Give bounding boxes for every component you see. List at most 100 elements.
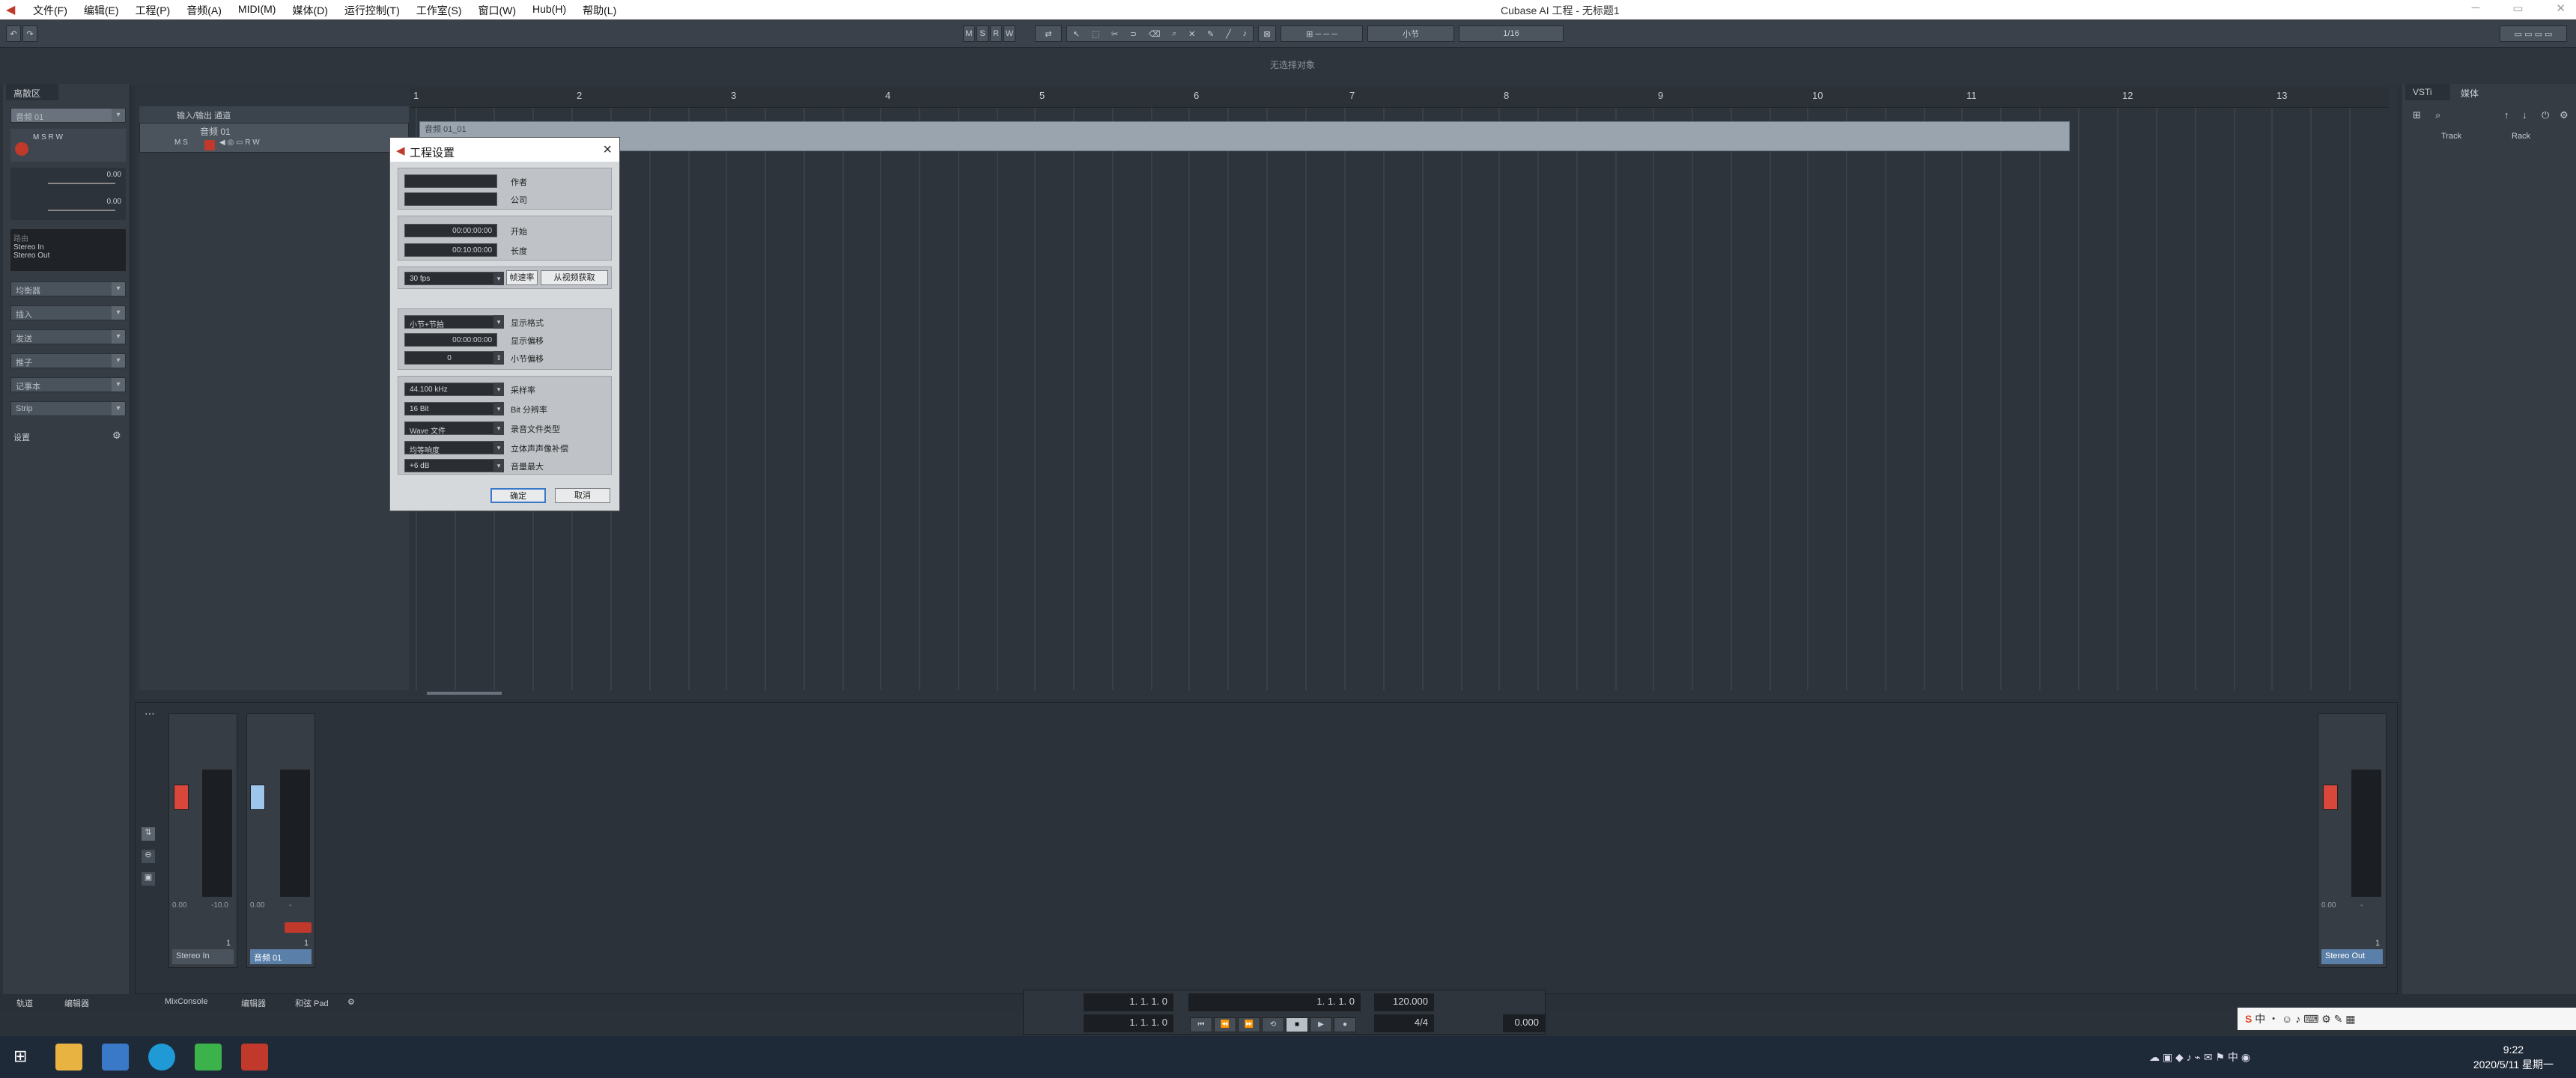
volume-fader[interactable]	[250, 785, 265, 810]
cubase-taskbar-icon[interactable]	[241, 1044, 268, 1071]
tab-chord-pad[interactable]: 和弦 Pad	[295, 997, 329, 1009]
menu-studio[interactable]: 工作室(S)	[416, 3, 462, 18]
search-icon[interactable]: ⌕	[2435, 109, 2440, 121]
maximize-icon[interactable]: ▭	[2512, 1, 2523, 15]
inspector-track-name[interactable]: 音频 01 ▾	[10, 108, 126, 123]
strip-name[interactable]: Stereo In	[172, 949, 234, 964]
get-from-video-button[interactable]: 从视频获取	[541, 270, 608, 285]
arrow-up-icon[interactable]: ↑	[2504, 109, 2509, 121]
length-field[interactable]: 00:10:00:00	[404, 243, 497, 257]
cancel-button[interactable]: 取消	[555, 488, 610, 503]
add-instrument-icon[interactable]: ⊞	[2413, 109, 2421, 121]
mute-mode-button[interactable]: M	[963, 25, 975, 42]
start-field[interactable]: 00:00:00:00	[404, 224, 497, 237]
audio-event[interactable]: 音频 01_01	[419, 121, 2070, 151]
right-locator[interactable]: 1. 1. 1. 0	[1084, 1014, 1173, 1032]
menu-window[interactable]: 窗口(W)	[478, 3, 516, 18]
gear-icon[interactable]: ⚙	[347, 997, 355, 1007]
go-to-start-icon[interactable]: ⏮	[1190, 1017, 1212, 1032]
snap-icon[interactable]: ⊠	[1258, 25, 1276, 42]
tab-media[interactable]: 媒体	[2453, 84, 2498, 100]
menu-file[interactable]: 文件(F)	[33, 3, 67, 18]
undo-icon[interactable]: ↶	[6, 25, 21, 42]
section-fader[interactable]: 推子 ▾	[10, 353, 126, 368]
track-row[interactable]: 音频 01 M S ◀ ◎ ▭ R W	[139, 123, 409, 153]
menu-edit[interactable]: 编辑(E)	[84, 3, 119, 18]
tab-mixconsole[interactable]: MixConsole	[165, 997, 207, 1006]
mute-tool-icon[interactable]: ✕	[1188, 29, 1195, 39]
play-tool-icon[interactable]: ♪	[1242, 29, 1247, 38]
quantize-select[interactable]: 1/16	[1459, 25, 1564, 42]
track-buttons[interactable]: ◀ ◎ ▭ R W	[219, 138, 260, 147]
horizontal-scrollbar[interactable]	[419, 690, 2381, 696]
ime-tools-icon[interactable]: ・ ☺ ♪ ⌨ ⚙ ✎ ▦	[2268, 1013, 2355, 1025]
signature-display[interactable]: 4/4	[1374, 1014, 1434, 1032]
strip-name[interactable]: 音频 01	[250, 949, 312, 964]
bit-depth-select[interactable]: 16 Bit ▾	[404, 402, 504, 415]
read-mode-button[interactable]: R	[990, 25, 1002, 42]
range-tool-icon[interactable]: ⬚	[1092, 29, 1099, 39]
more-icon[interactable]: ⋯	[145, 707, 155, 720]
section-strip[interactable]: Strip ▾	[10, 401, 126, 416]
chevron-down-icon[interactable]: ▾	[112, 109, 125, 122]
volume-max-select[interactable]: +6 dB ▾	[404, 459, 504, 472]
tab-editor-left[interactable]: 编辑器	[64, 997, 89, 1009]
track-name[interactable]: 音频 01	[200, 125, 231, 138]
scroll-thumb[interactable]	[427, 692, 502, 695]
clock[interactable]: 9:22 2020/5/11 星期一	[2473, 1042, 2554, 1072]
menu-project[interactable]: 工程(P)	[136, 3, 171, 18]
monitor-icon[interactable]: M S R W	[33, 133, 63, 141]
write-mode-button[interactable]: W	[1003, 25, 1015, 42]
stepper-icon[interactable]: ⇕	[493, 351, 504, 365]
redo-icon[interactable]: ↷	[22, 25, 37, 42]
wechat-icon[interactable]	[195, 1044, 222, 1071]
close-icon[interactable]: ✕	[2556, 1, 2566, 15]
record-enable-icon[interactable]	[285, 922, 312, 933]
minimize-icon[interactable]: ─	[2472, 1, 2480, 15]
pan-law-select[interactable]: 均等响度 ▾	[404, 441, 504, 455]
loop-icon[interactable]: ⟲	[1262, 1017, 1284, 1032]
routing-view-icon[interactable]: ⊖	[142, 850, 155, 863]
company-field[interactable]	[404, 192, 497, 206]
draw-tool-icon[interactable]: ✎	[1207, 29, 1214, 39]
display-format-select[interactable]: 小节+节拍 ▾	[404, 315, 504, 329]
framerate-button[interactable]: 帧速率	[506, 270, 538, 285]
record-enable-icon[interactable]	[15, 142, 28, 156]
section-eq[interactable]: 均衡器 ▾	[10, 281, 126, 296]
menu-transport[interactable]: 运行控制(T)	[344, 3, 400, 18]
menu-help[interactable]: 帮助(L)	[583, 3, 616, 18]
file-explorer-icon[interactable]	[55, 1044, 82, 1071]
autoscroll-icon[interactable]: ⇄	[1035, 25, 1062, 42]
record-icon[interactable]: ●	[1334, 1017, 1356, 1032]
play-icon[interactable]: ▶	[1310, 1017, 1332, 1032]
record-enable-icon[interactable]	[204, 140, 215, 150]
fader-view-icon[interactable]: ⇅	[142, 827, 155, 841]
zoom-tool-icon[interactable]: ⌕	[1172, 29, 1176, 39]
glue-tool-icon[interactable]: ⊃	[1130, 29, 1137, 39]
section-sends[interactable]: 发送 ▾	[10, 329, 126, 344]
split-tool-icon[interactable]: ✂	[1111, 29, 1118, 39]
solo-mode-button[interactable]: S	[976, 25, 988, 42]
bar-offset-field[interactable]: 0 ⇕	[404, 351, 504, 365]
edge-icon[interactable]	[148, 1044, 175, 1071]
strip-name[interactable]: Stereo Out	[2321, 949, 2383, 964]
fps-select[interactable]: 30 fps ▾	[404, 272, 504, 285]
tempo-display[interactable]: 120.000	[1374, 993, 1434, 1011]
snap-type-select[interactable]: ⊞ ─ ─ ─	[1281, 25, 1363, 42]
menu-media[interactable]: 媒体(D)	[292, 3, 327, 18]
tab-vsti[interactable]: VSTi	[2405, 84, 2450, 100]
routing-output[interactable]: Stereo Out	[13, 252, 123, 260]
display-offset-field[interactable]: 00:00:00:00	[404, 333, 497, 347]
file-type-select[interactable]: Wave 文件 ▾	[404, 421, 504, 436]
volume-fader[interactable]	[2323, 785, 2338, 810]
arrow-down-icon[interactable]: ↓	[2522, 109, 2527, 121]
rack-instruments-header[interactable]: Rack	[2512, 132, 2530, 141]
gear-icon[interactable]: ⚙	[112, 430, 121, 442]
vertical-scrollbar[interactable]	[2383, 90, 2392, 689]
forward-icon[interactable]: ⏩	[1238, 1017, 1260, 1032]
menu-audio[interactable]: 音频(A)	[186, 3, 222, 18]
line-tool-icon[interactable]: ╱	[1226, 29, 1231, 39]
windows-start-icon[interactable]: ⊞	[13, 1047, 27, 1066]
close-icon[interactable]: ×	[603, 141, 612, 159]
stop-icon[interactable]: ■	[1286, 1017, 1308, 1032]
